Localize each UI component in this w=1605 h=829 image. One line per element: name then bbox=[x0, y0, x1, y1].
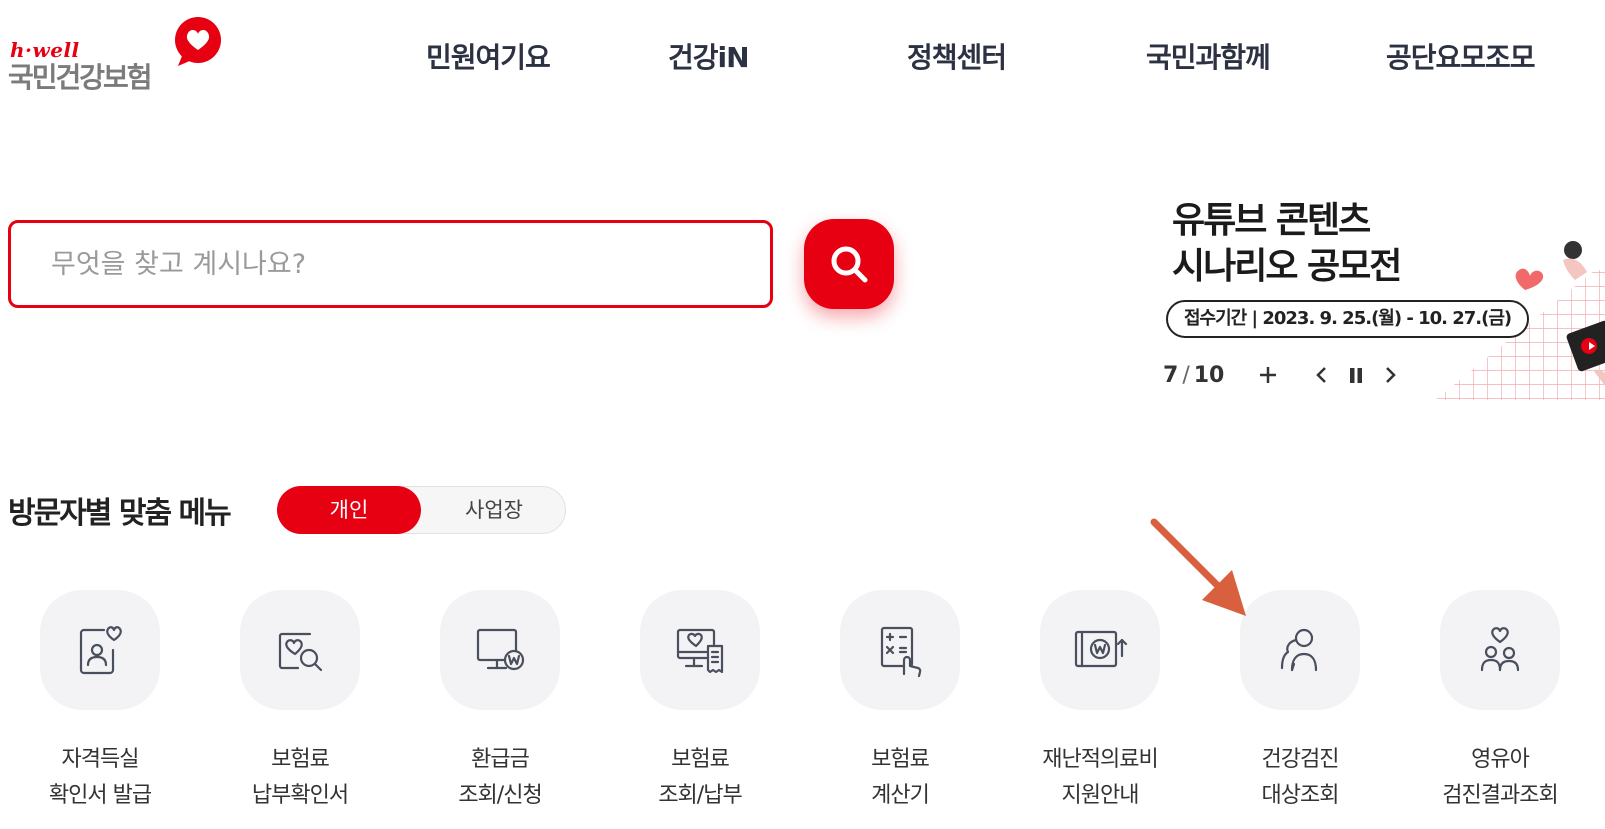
monitor-receipt-icon bbox=[640, 590, 760, 710]
quick-menu-item[interactable]: 보험료 납부확인서 bbox=[200, 590, 400, 829]
quick-menu-label-line2: 확인서 발급 bbox=[48, 783, 152, 808]
quick-menu-label-line2: 검진결과조회 bbox=[1442, 783, 1558, 808]
monitor-won-icon bbox=[440, 590, 560, 710]
quick-menu-label-line2: 지원안내 bbox=[1061, 783, 1140, 808]
document-search-icon bbox=[240, 590, 360, 710]
tab-business[interactable]: 사업장 bbox=[422, 486, 566, 534]
quick-menu-label-line2: 계산기 bbox=[871, 783, 930, 808]
quick-menu-item[interactable]: 환급금 조회/신청 bbox=[400, 590, 600, 829]
quick-menu-label-line1: 환급금 bbox=[471, 747, 530, 772]
quick-menu-label: 영유아 검진결과조회 bbox=[1400, 742, 1600, 814]
quick-menu-label-line2: 조회/신청 bbox=[458, 783, 542, 808]
banner-prev-button[interactable] bbox=[1308, 361, 1336, 389]
quick-menu-label-line1: 재난적의료비 bbox=[1042, 747, 1158, 772]
visitor-type-toggle: 개인 사업장 bbox=[277, 486, 566, 534]
quick-menu-label-line2: 납부확인서 bbox=[251, 783, 349, 808]
pause-icon bbox=[1350, 368, 1363, 383]
banner-pager-separator: / bbox=[1182, 362, 1190, 388]
banner-more-button[interactable] bbox=[1254, 361, 1282, 389]
nav-item-about-nhis[interactable]: 공단요모조모 bbox=[1386, 36, 1536, 76]
nav-item-policy-center[interactable]: 정책센터 bbox=[907, 36, 1007, 76]
chevron-right-icon bbox=[1386, 367, 1397, 383]
quick-menu-item[interactable]: 자격득실 확인서 발급 bbox=[0, 590, 200, 829]
quick-menu-label: 자격득실 확인서 발급 bbox=[0, 742, 200, 814]
search-input[interactable] bbox=[11, 223, 770, 305]
quick-menu-label-line1: 영유아 bbox=[1471, 747, 1530, 772]
quick-menu-item[interactable]: 보험료 조회/납부 bbox=[600, 590, 800, 829]
banner-controls: 7/10 bbox=[1163, 360, 1404, 390]
quick-menu-label: 보험료 납부확인서 bbox=[200, 742, 400, 814]
banner-current-page: 7 bbox=[1163, 362, 1179, 388]
quick-menu-label-line1: 자격득실 bbox=[61, 747, 140, 772]
plus-icon bbox=[1260, 367, 1277, 383]
global-navigation: 민원여기요 건강iN 정책센터 국민과함께 공단요모조모 bbox=[0, 36, 1605, 76]
quick-menu-label: 환급금 조회/신청 bbox=[400, 742, 600, 814]
banner-title-line2: 시나리오 공모전 bbox=[1172, 246, 1402, 287]
quick-menu-label-line1: 건강검진 bbox=[1261, 747, 1340, 772]
chevron-left-icon bbox=[1316, 367, 1327, 383]
banner-period: 접수기간 | 2023. 9. 25.(월) - 10. 27.(금) bbox=[1166, 300, 1530, 338]
id-card-heart-icon bbox=[40, 590, 160, 710]
quick-menu-label-line1: 보험료 bbox=[271, 747, 330, 772]
banner-title-line1: 유튜브 콘텐츠 bbox=[1172, 200, 1371, 241]
quick-menu-item[interactable]: 건강검진 대상조회 bbox=[1200, 590, 1400, 829]
visitor-menu-title: 방문자별 맞춤 메뉴 bbox=[8, 496, 232, 531]
search-box bbox=[8, 220, 773, 308]
quick-menu-label-line2: 조회/납부 bbox=[658, 783, 742, 808]
quick-menu: 자격득실 확인서 발급 보험료 납부확인서 환급금 조회/신청 보험료 조회/납… bbox=[0, 590, 1605, 829]
quick-menu-item[interactable]: 재난적의료비 지원안내 bbox=[1000, 590, 1200, 829]
banner-next-button[interactable] bbox=[1376, 361, 1404, 389]
quick-menu-label: 보험료 조회/납부 bbox=[600, 742, 800, 814]
quick-menu-label: 건강검진 대상조회 bbox=[1200, 742, 1400, 814]
nav-item-health-in[interactable]: 건강iN bbox=[668, 36, 750, 76]
banner-total-pages: 10 bbox=[1193, 362, 1225, 388]
nav-item-with-citizens[interactable]: 국민과함께 bbox=[1146, 36, 1271, 76]
annotation-arrow bbox=[1150, 518, 1246, 616]
quick-menu-label-line1: 보험료 bbox=[671, 747, 730, 772]
family-heart-icon bbox=[1440, 590, 1560, 710]
banner-pause-button[interactable] bbox=[1342, 361, 1370, 389]
tab-personal[interactable]: 개인 bbox=[277, 486, 421, 534]
quick-menu-label-line2: 대상조회 bbox=[1261, 783, 1340, 808]
banner-title: 유튜브 콘텐츠 시나리오 공모전 bbox=[1172, 198, 1402, 290]
nav-item-civil-service[interactable]: 민원여기요 bbox=[426, 36, 551, 76]
quick-menu-item[interactable]: 영유아 검진결과조회 bbox=[1400, 590, 1600, 829]
quick-menu-label: 보험료 계산기 bbox=[800, 742, 1000, 814]
quick-menu-item[interactable]: 보험료 계산기 bbox=[800, 590, 1000, 829]
search-button[interactable] bbox=[804, 219, 894, 309]
calculator-hand-icon bbox=[840, 590, 960, 710]
banner-pager: 7/10 bbox=[1163, 363, 1224, 388]
search-icon bbox=[831, 246, 868, 283]
quick-menu-label: 재난적의료비 지원안내 bbox=[1000, 742, 1200, 814]
quick-menu-label-line1: 보험료 bbox=[871, 747, 930, 772]
